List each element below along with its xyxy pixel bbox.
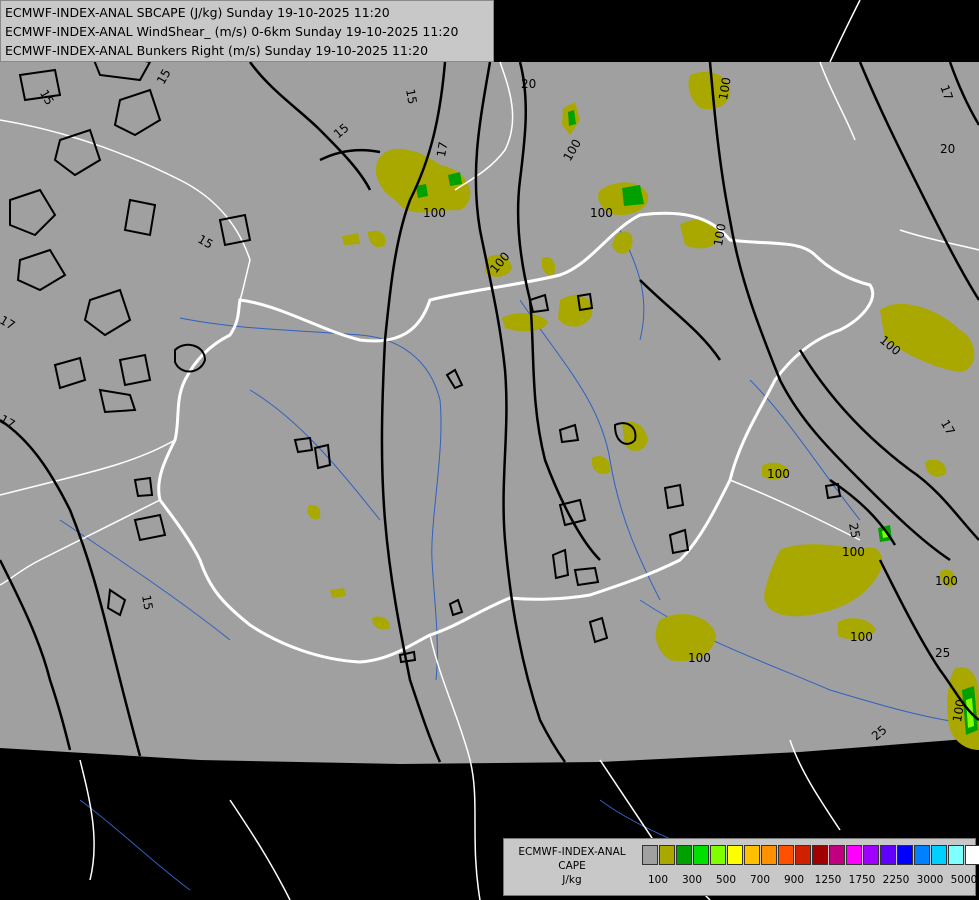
legend-swatch bbox=[846, 845, 862, 865]
legend-title: ECMWF-INDEX-ANAL CAPE J/kg bbox=[508, 845, 636, 887]
legend-tick-label: 5000 bbox=[950, 874, 978, 886]
shear-label: 15 bbox=[403, 88, 419, 105]
legend-tick-label: 300 bbox=[681, 874, 703, 886]
cape-label: 100 bbox=[590, 206, 613, 220]
legend-tick-label: 100 bbox=[647, 874, 669, 886]
cape-label: 100 bbox=[767, 467, 790, 481]
title-line-windshear: ECMWF-INDEX-ANAL WindShear_ (m/s) 0-6km … bbox=[5, 24, 459, 39]
cape-label: 100 bbox=[935, 574, 958, 588]
legend-swatch bbox=[897, 845, 913, 865]
legend-swatch bbox=[863, 845, 879, 865]
legend-tick-label: 3000 bbox=[916, 874, 944, 886]
shear-label: 15 bbox=[139, 594, 155, 611]
legend-swatch bbox=[812, 845, 828, 865]
cape-label: 100 bbox=[850, 630, 873, 644]
legend-tick-label: 500 bbox=[715, 874, 737, 886]
shear-label: 20 bbox=[715, 764, 730, 778]
legend-swatch bbox=[914, 845, 930, 865]
legend-swatch bbox=[693, 845, 709, 865]
cape-label: 100 bbox=[842, 545, 865, 559]
legend-swatch bbox=[965, 845, 979, 865]
shear-label: 20 bbox=[521, 77, 536, 91]
legend-swatch bbox=[880, 845, 896, 865]
legend-swatch bbox=[948, 845, 964, 865]
legend-tick-label: 1750 bbox=[848, 874, 876, 886]
legend-swatch bbox=[744, 845, 760, 865]
cape-label: 100 bbox=[423, 206, 446, 220]
legend-swatches bbox=[642, 845, 979, 865]
map-title-block: ECMWF-INDEX-ANAL SBCAPE (J/kg) Sunday 19… bbox=[0, 0, 494, 62]
legend-swatch bbox=[931, 845, 947, 865]
legend-variable: CAPE bbox=[558, 860, 586, 872]
legend-model: ECMWF-INDEX-ANAL bbox=[518, 846, 626, 858]
legend-swatch bbox=[778, 845, 794, 865]
legend-ticks: 100 300 500 700 900 1250 1750 2250 3000 5000 bbox=[642, 874, 977, 888]
legend-swatch bbox=[676, 845, 692, 865]
legend-tick-label: 700 bbox=[749, 874, 771, 886]
shear-label: 17 bbox=[434, 141, 450, 158]
cape-label: 100 bbox=[688, 651, 711, 665]
shear-label: 25 bbox=[846, 522, 862, 539]
legend-tick-label: 900 bbox=[783, 874, 805, 886]
shear-label: 25 bbox=[935, 646, 950, 660]
legend-swatch bbox=[659, 845, 675, 865]
title-line-sbcape: ECMWF-INDEX-ANAL SBCAPE (J/kg) Sunday 19… bbox=[5, 5, 390, 20]
legend-swatch bbox=[727, 845, 743, 865]
legend-swatch bbox=[829, 845, 845, 865]
shear-label: 20 bbox=[940, 142, 955, 156]
legend-swatch bbox=[795, 845, 811, 865]
legend-unit: J/kg bbox=[562, 874, 582, 886]
weather-map: 100 100 100 100 100 100 100 100 100 100 … bbox=[0, 0, 979, 900]
legend-swatch bbox=[710, 845, 726, 865]
title-line-bunkers: ECMWF-INDEX-ANAL Bunkers Right (m/s) Sun… bbox=[5, 43, 429, 58]
cape-legend: ECMWF-INDEX-ANAL CAPE J/kg 100 300 500 700 9… bbox=[503, 838, 979, 896]
legend-tick-label: 2250 bbox=[882, 874, 910, 886]
legend-swatch bbox=[642, 845, 658, 865]
legend-tick-label: 1250 bbox=[814, 874, 842, 886]
legend-swatch bbox=[761, 845, 777, 865]
